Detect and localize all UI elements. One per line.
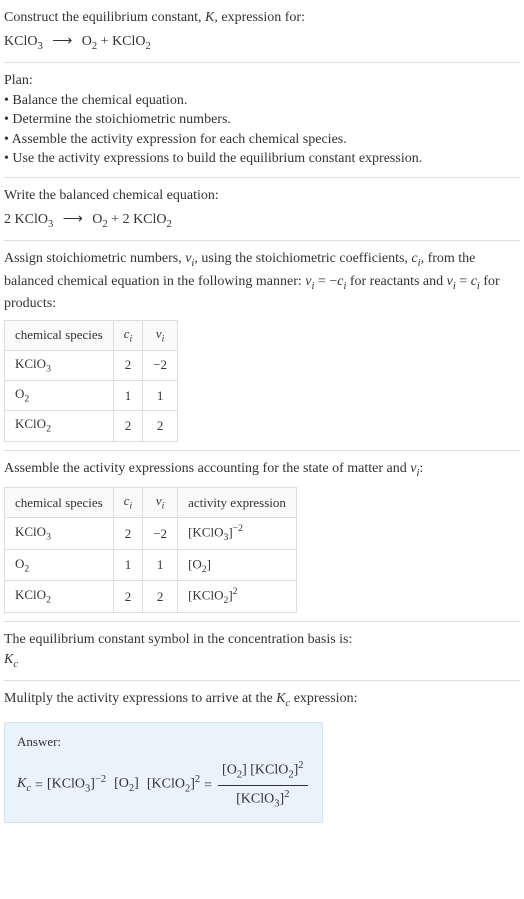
divider: [4, 621, 520, 622]
divider: [4, 177, 520, 178]
table-row: KClO3 2 −2 [KClO3]−2: [5, 518, 297, 550]
term-2: [O2]: [114, 774, 139, 796]
plan-item: Determine the stoichiometric numbers.: [4, 110, 520, 130]
term-3: [KClO2]2: [147, 773, 200, 797]
divider: [4, 62, 520, 63]
fraction: [O2] [KClO2]2 [KClO3]2: [218, 759, 308, 812]
equals: =: [35, 776, 43, 796]
cell-c: 2: [113, 411, 143, 441]
cell-activity: [O2]: [178, 549, 297, 581]
denominator: [KClO3]2: [232, 786, 293, 812]
table-row: O2 1 1: [5, 381, 178, 411]
plan-item: Use the activity expressions to build th…: [4, 149, 520, 169]
balanced-heading: Write the balanced chemical equation:: [4, 186, 520, 206]
cell-species: KClO2: [5, 411, 114, 441]
table-row: KClO2 2 2 [KClO2]2: [5, 581, 297, 613]
col-nui: νi: [143, 320, 178, 350]
cell-c: 2: [113, 581, 143, 613]
cell-c: 1: [113, 381, 143, 411]
table-row: KClO2 2 2: [5, 411, 178, 441]
answer-label: Answer:: [17, 733, 310, 751]
multiply-text: Mulitply the activity expressions to arr…: [4, 689, 520, 711]
divider: [4, 680, 520, 681]
multiply-section: Mulitply the activity expressions to arr…: [4, 689, 520, 711]
kc-symbol: Kc: [17, 774, 31, 796]
plan-section: Plan: Balance the chemical equation. Det…: [4, 71, 520, 169]
answer-expression: Kc = [KClO3]−2 [O2] [KClO2]2 = [O2] [KCl…: [17, 759, 310, 812]
cell-nu: 1: [143, 549, 178, 581]
col-activity: activity expression: [178, 488, 297, 518]
divider: [4, 450, 520, 451]
cell-species: O2: [5, 549, 114, 581]
col-species: chemical species: [5, 488, 114, 518]
equals: =: [204, 776, 212, 796]
cell-nu: 2: [143, 411, 178, 441]
answer-box: Answer: Kc = [KClO3]−2 [O2] [KClO2]2 = […: [4, 722, 323, 823]
cell-c: 2: [113, 350, 143, 380]
plan-item: Assemble the activity expression for eac…: [4, 130, 520, 150]
table-header-row: chemical species ci νi: [5, 320, 178, 350]
stoich-text: Assign stoichiometric numbers, νi, using…: [4, 249, 520, 314]
cell-nu: 1: [143, 381, 178, 411]
col-ci: ci: [113, 320, 143, 350]
cell-species: KClO2: [5, 581, 114, 613]
plan-list: Balance the chemical equation. Determine…: [4, 91, 520, 169]
basis-text: The equilibrium constant symbol in the c…: [4, 630, 520, 650]
col-species: chemical species: [5, 320, 114, 350]
cell-nu: −2: [143, 350, 178, 380]
intro-reaction: KClO3 ⟶ O2 + KClO2: [4, 32, 520, 54]
col-nui: νi: [143, 488, 178, 518]
balanced-section: Write the balanced chemical equation: 2 …: [4, 186, 520, 232]
table-header-row: chemical species ci νi activity expressi…: [5, 488, 297, 518]
stoich-section: Assign stoichiometric numbers, νi, using…: [4, 249, 520, 442]
divider: [4, 240, 520, 241]
cell-activity: [KClO3]−2: [178, 518, 297, 550]
plan-item: Balance the chemical equation.: [4, 91, 520, 111]
intro-title: Construct the equilibrium constant, K, e…: [4, 8, 520, 28]
plan-heading: Plan:: [4, 71, 520, 91]
cell-nu: −2: [143, 518, 178, 550]
table-row: KClO3 2 −2: [5, 350, 178, 380]
basis-section: The equilibrium constant symbol in the c…: [4, 630, 520, 672]
cell-species: O2: [5, 381, 114, 411]
cell-species: KClO3: [5, 350, 114, 380]
table-row: O2 1 1 [O2]: [5, 549, 297, 581]
col-ci: ci: [113, 488, 143, 518]
activity-text: Assemble the activity expressions accoun…: [4, 459, 520, 481]
numerator: [O2] [KClO2]2: [218, 759, 308, 786]
activity-section: Assemble the activity expressions accoun…: [4, 459, 520, 613]
cell-species: KClO3: [5, 518, 114, 550]
stoich-table: chemical species ci νi KClO3 2 −2 O2 1 1…: [4, 320, 178, 442]
term-1: [KClO3]−2: [47, 773, 106, 797]
activity-table: chemical species ci νi activity expressi…: [4, 487, 297, 613]
cell-c: 2: [113, 518, 143, 550]
basis-symbol: Kc: [4, 650, 520, 672]
intro-section: Construct the equilibrium constant, K, e…: [4, 8, 520, 54]
cell-activity: [KClO2]2: [178, 581, 297, 613]
cell-c: 1: [113, 549, 143, 581]
balanced-equation: 2 KClO3 ⟶ O2 + 2 KClO2: [4, 210, 520, 232]
cell-nu: 2: [143, 581, 178, 613]
